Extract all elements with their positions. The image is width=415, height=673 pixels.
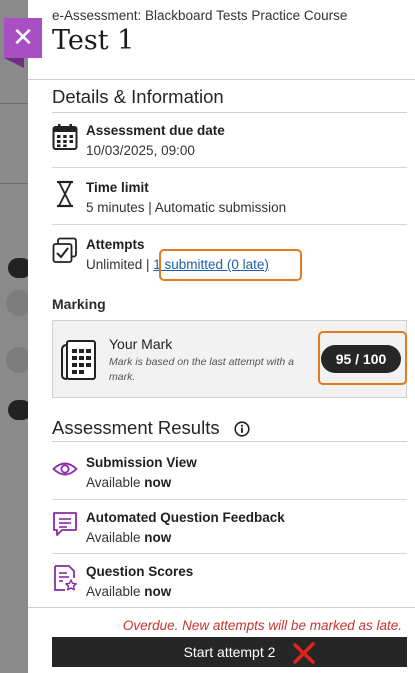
gradebook-icon: [61, 340, 96, 380]
start-attempt-button[interactable]: Start attempt 2: [52, 637, 407, 667]
calendar-icon: [52, 124, 78, 150]
attempts-unlimited-text: Unlimited |: [86, 257, 154, 272]
availability-now: now: [144, 530, 172, 545]
automated-feedback-label: Automated Question Feedback: [86, 510, 285, 525]
page-title: Test 1: [52, 25, 135, 56]
marking-label: Marking: [52, 296, 106, 312]
red-cross-annotation-icon: [293, 642, 315, 664]
item-divider: [52, 167, 407, 168]
automated-feedback-availability: Available now: [86, 530, 171, 545]
availability-prefix: Available: [86, 584, 145, 599]
availability-now: now: [144, 475, 172, 490]
results-section-divider: [52, 441, 407, 442]
item-divider: [52, 499, 407, 500]
availability-prefix: Available: [86, 475, 145, 490]
score-highlight-annotation: [318, 331, 407, 385]
close-icon: ✕: [12, 22, 34, 52]
your-mark-label: Your Mark: [109, 336, 173, 352]
submission-view-label: Submission View: [86, 455, 197, 470]
results-section-title: Assessment Results: [52, 417, 220, 438]
item-divider: [52, 224, 407, 225]
eye-icon: [52, 462, 78, 476]
background-strip: [0, 0, 30, 673]
close-tab-fold: [4, 58, 24, 68]
time-limit-value: 5 minutes | Automatic submission: [86, 200, 287, 215]
availability-prefix: Available: [86, 530, 145, 545]
attempts-label: Attempts: [86, 237, 145, 252]
time-limit-label: Time limit: [86, 180, 149, 195]
assessment-details-panel: e-Assessment: Blackboard Tests Practice …: [28, 0, 415, 673]
details-section-divider: [52, 112, 407, 113]
course-name: e-Assessment: Blackboard Tests Practice …: [52, 8, 348, 23]
question-scores-label: Question Scores: [86, 564, 194, 579]
mark-note: Mark is based on the last attempt with a…: [109, 356, 295, 384]
footer-divider: [28, 607, 415, 608]
item-divider: [52, 553, 407, 554]
panel-header: e-Assessment: Blackboard Tests Practice …: [28, 0, 415, 56]
question-scores-icon: [54, 565, 77, 591]
background-divider: [0, 103, 30, 104]
close-panel-button[interactable]: ✕: [4, 18, 42, 58]
overdue-warning: Overdue. New attempts will be marked as …: [122, 618, 402, 633]
info-icon[interactable]: [234, 421, 250, 437]
due-date-label: Assessment due date: [86, 123, 225, 138]
details-section-title: Details & Information: [52, 86, 224, 107]
background-divider: [0, 183, 30, 184]
attempts-icon: [52, 237, 77, 263]
availability-now: now: [144, 584, 172, 599]
feedback-icon: [53, 512, 77, 536]
hourglass-icon: [57, 180, 73, 208]
question-scores-availability: Available now: [86, 584, 171, 599]
header-divider: [28, 79, 415, 80]
due-date-value: 10/03/2025, 09:00: [86, 143, 195, 158]
attempts-highlight-annotation: [159, 249, 302, 281]
submission-view-availability: Available now: [86, 475, 171, 490]
